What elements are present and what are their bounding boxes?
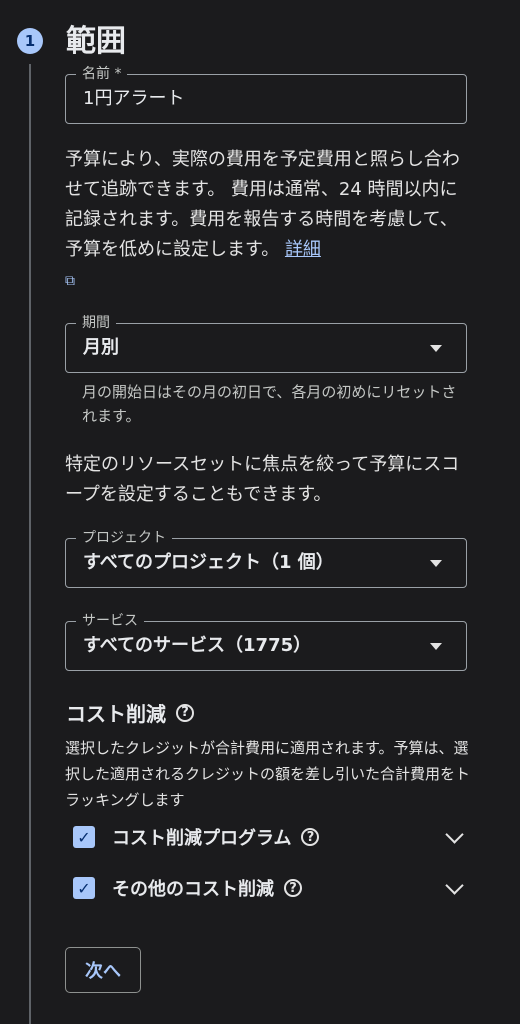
external-link-icon[interactable]: ⧉ bbox=[65, 273, 75, 289]
service-label: サービス bbox=[76, 612, 144, 630]
chevron-down-icon[interactable] bbox=[445, 876, 464, 895]
period-label: 期間 bbox=[76, 314, 116, 332]
project-value: すべてのプロジェクト（1 個） bbox=[83, 552, 334, 573]
name-field-value[interactable]: 1円アラート bbox=[83, 87, 184, 111]
cost-savings-description: 選択したクレジットが合計費用に適用されます。予算は、選択した適用されるクレジット… bbox=[65, 739, 471, 809]
project-select[interactable]: プロジェクト すべてのプロジェクト（1 個） bbox=[65, 529, 467, 588]
project-label: プロジェクト bbox=[76, 529, 172, 547]
service-select[interactable]: サービス すべてのサービス（1775） bbox=[65, 612, 467, 671]
learn-more-link[interactable]: 詳細 bbox=[285, 239, 321, 260]
savings-item-programs[interactable]: ✓ コスト削減プログラム ? bbox=[73, 822, 469, 852]
dropdown-arrow-icon bbox=[430, 345, 442, 352]
budget-intro: 予算により、実際の費用を予定費用と照らし合わせて追跡できます。 費用は通常、24… bbox=[65, 145, 470, 296]
period-select[interactable]: 期間 月別 bbox=[65, 314, 467, 373]
help-icon[interactable]: ? bbox=[301, 828, 320, 846]
dropdown-arrow-icon bbox=[430, 560, 442, 567]
name-field[interactable]: 名前 * 1円アラート bbox=[65, 65, 467, 124]
service-value: すべてのサービス（1775） bbox=[83, 635, 312, 656]
checkbox-checked-icon[interactable]: ✓ bbox=[73, 826, 95, 848]
cost-savings-title-text: コスト削減 bbox=[66, 702, 166, 726]
period-hint: 月の開始日はその月の初日で、各月の初めにリセットされます。 bbox=[82, 383, 457, 425]
checkbox-checked-icon[interactable]: ✓ bbox=[73, 877, 95, 899]
cost-savings-title: コスト削減 ? bbox=[66, 698, 194, 727]
step-number-badge: 1 bbox=[17, 28, 43, 54]
help-icon[interactable]: ? bbox=[284, 879, 302, 897]
help-icon[interactable]: ? bbox=[176, 703, 194, 722]
savings-item-other[interactable]: ✓ その他のコスト削減 ? bbox=[73, 873, 469, 903]
scope-description: 特定のリソースセットに焦点を絞って予算にスコープを設定することもできます。 bbox=[65, 454, 460, 505]
step-connector-line bbox=[29, 64, 31, 1024]
savings-item-label: その他のコスト削減 bbox=[112, 879, 274, 900]
dropdown-arrow-icon bbox=[430, 643, 442, 650]
chevron-down-icon[interactable] bbox=[445, 825, 464, 844]
step-title: 範囲 bbox=[66, 24, 126, 59]
budget-intro-text: 予算により、実際の費用を予定費用と照らし合わせて追跡できます。 費用は通常、24… bbox=[65, 149, 460, 260]
name-field-label: 名前 * bbox=[76, 65, 128, 83]
next-button[interactable]: 次へ bbox=[65, 947, 141, 993]
period-value: 月別 bbox=[83, 337, 119, 358]
savings-item-label: コスト削減プログラム bbox=[112, 828, 292, 849]
